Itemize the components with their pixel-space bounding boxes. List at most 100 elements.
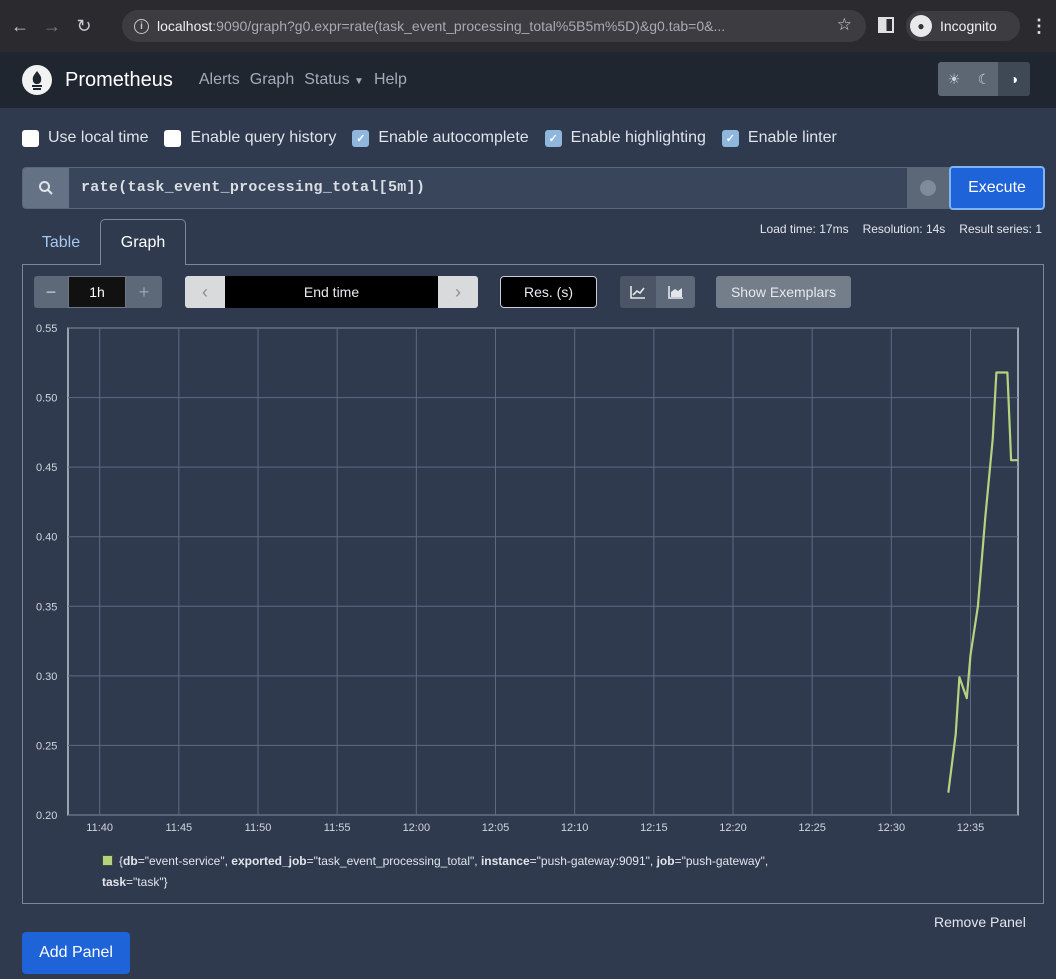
y-tick-label: 0.50 <box>36 393 57 405</box>
option-enable-autocomplete[interactable]: ✓ Enable autocomplete <box>352 129 529 147</box>
light-theme-sun-icon[interactable]: ☀ <box>938 62 970 96</box>
x-tick-label: 11:40 <box>86 822 113 834</box>
x-tick-label: 11:50 <box>245 822 272 834</box>
end-time-input[interactable]: End time <box>225 276 438 308</box>
x-tick-label: 12:00 <box>403 822 431 834</box>
x-tick-label: 12:35 <box>957 822 985 834</box>
option-enable-query-history[interactable]: Enable query history <box>164 129 336 147</box>
option-label: Enable autocomplete <box>378 129 529 146</box>
checkbox-checked-icon[interactable]: ✓ <box>544 129 562 147</box>
y-tick-label: 0.30 <box>36 671 57 683</box>
incognito-badge[interactable]: ● Incognito <box>906 11 1020 41</box>
x-tick-label: 12:10 <box>561 822 589 834</box>
option-label: Enable query history <box>190 129 337 146</box>
nav-help[interactable]: Help <box>374 71 407 89</box>
browser-menu-icon[interactable]: ⋮ <box>1030 16 1048 37</box>
nav-alerts[interactable]: Alerts <box>199 71 240 89</box>
legend-label-key: db <box>123 854 138 868</box>
line-chart-icon[interactable] <box>620 276 656 308</box>
stacked-area-chart-icon[interactable] <box>656 276 695 308</box>
url-path: :9090/graph?g0.expr=rate(task_event_proc… <box>212 18 726 34</box>
query-options: Use local time Enable query history ✓ Ena… <box>22 128 853 148</box>
option-enable-linter[interactable]: ✓ Enable linter <box>721 129 837 147</box>
series-line <box>947 371 1018 793</box>
expression-bar: rate(task_event_processing_total[5m]) Ex… <box>22 166 1045 210</box>
plot-frame <box>67 327 1019 816</box>
nav-status[interactable]: Status ▼ <box>304 71 364 89</box>
side-panel-icon[interactable] <box>878 17 894 33</box>
x-tick-label: 12:20 <box>719 822 747 834</box>
address-bar[interactable]: i localhost:9090/graph?g0.expr=rate(task… <box>122 10 866 42</box>
legend-label-key: task <box>102 875 127 889</box>
info-icon[interactable]: i <box>134 18 149 34</box>
legend-label-value: "event-service" <box>144 854 225 868</box>
x-tick-label: 11:45 <box>165 822 192 834</box>
legend-label-key: exported_job <box>231 854 307 868</box>
reload-icon[interactable]: ↻ <box>72 14 96 38</box>
y-tick-label: 0.40 <box>36 532 57 544</box>
option-use-local-time[interactable]: Use local time <box>22 129 148 147</box>
x-tick-label: 12:25 <box>798 822 826 834</box>
x-tick-label: 12:30 <box>878 822 906 834</box>
option-label: Enable linter <box>747 129 837 146</box>
y-tick-label: 0.25 <box>36 740 57 752</box>
range-input[interactable]: 1h <box>68 276 126 308</box>
x-tick-label: 11:55 <box>324 822 351 834</box>
legend-label-key: job <box>656 854 675 868</box>
load-time: Load time: 17ms <box>759 222 849 236</box>
browser-theme-contrast-icon[interactable]: ◑ <box>998 62 1030 96</box>
checkbox-checked-icon[interactable]: ✓ <box>352 129 370 147</box>
series-legend[interactable]: {db="event-service", exported_job="task_… <box>102 851 932 893</box>
range-increase-button[interactable]: + <box>126 276 162 308</box>
y-tick-label: 0.20 <box>36 810 57 822</box>
legend-label-value: "push-gateway" <box>681 854 765 868</box>
legend-label-key: instance <box>480 854 530 868</box>
brand-name[interactable]: Prometheus <box>65 69 173 92</box>
navbar: Prometheus Alerts Graph Status ▼ Help ☀ … <box>0 52 1056 108</box>
metrics-explorer-globe-icon[interactable] <box>907 168 949 208</box>
prometheus-logo-icon[interactable] <box>22 65 52 95</box>
bookmark-star-icon[interactable]: ☆ <box>837 15 852 35</box>
x-tick-label: 12:15 <box>640 822 668 834</box>
add-panel-button[interactable]: Add Panel <box>22 932 130 974</box>
incognito-label: Incognito <box>940 18 997 34</box>
end-time-back-button[interactable]: ‹ <box>185 276 225 308</box>
incognito-icon: ● <box>910 15 932 37</box>
query-stats: Load time: 17ms Resolution: 14s Result s… <box>760 222 1042 236</box>
browser-toolbar: ← → ↻ i localhost:9090/graph?g0.expr=rat… <box>0 0 1056 52</box>
theme-toggle-group: ☀ ☾ ◑ <box>938 62 1030 96</box>
forward-arrow-icon[interactable]: → <box>40 14 64 38</box>
legend-label-value: "push-gateway:9091" <box>536 854 650 868</box>
tab-table[interactable]: Table <box>22 222 100 264</box>
range-decrease-button[interactable]: − <box>34 276 68 308</box>
back-arrow-icon[interactable]: ← <box>8 14 32 38</box>
y-tick-label: 0.35 <box>36 601 57 613</box>
caret-down-icon: ▼ <box>354 76 364 87</box>
search-icon[interactable] <box>23 168 69 208</box>
execute-button[interactable]: Execute <box>949 166 1045 210</box>
tab-graph[interactable]: Graph <box>100 219 186 265</box>
option-label: Use local time <box>48 129 149 146</box>
expression-input[interactable]: rate(task_event_processing_total[5m]) <box>81 179 425 196</box>
option-enable-highlighting[interactable]: ✓ Enable highlighting <box>544 129 706 147</box>
series-color-swatch <box>102 855 113 866</box>
nav-graph[interactable]: Graph <box>250 71 294 89</box>
resolution-stat: Resolution: 14s <box>862 222 946 236</box>
legend-label-value: "task_event_processing_total" <box>313 854 475 868</box>
y-tick-label: 0.45 <box>36 462 57 474</box>
end-time-forward-button[interactable]: › <box>438 276 478 308</box>
dark-theme-moon-icon[interactable]: ☾ <box>970 62 998 96</box>
resolution-input[interactable]: Res. (s) <box>500 276 597 308</box>
show-exemplars-button[interactable]: Show Exemplars <box>716 276 851 308</box>
checkbox-checked-icon[interactable]: ✓ <box>721 129 739 147</box>
checkbox-unchecked[interactable] <box>22 129 39 147</box>
remove-panel-link[interactable]: Remove Panel <box>934 914 1026 930</box>
option-label: Enable highlighting <box>570 129 706 146</box>
x-tick-label: 12:05 <box>482 822 510 834</box>
y-tick-label: 0.55 <box>36 323 57 335</box>
legend-label-value: "task" <box>133 875 164 889</box>
graph-canvas: 0.55 0.50 0.45 0.40 0.35 0.30 0.25 0.20 11:40 11:… <box>36 323 1019 834</box>
result-series: Result series: 1 <box>959 222 1042 236</box>
checkbox-unchecked[interactable] <box>164 129 182 147</box>
nav-status-label: Status <box>304 71 350 88</box>
